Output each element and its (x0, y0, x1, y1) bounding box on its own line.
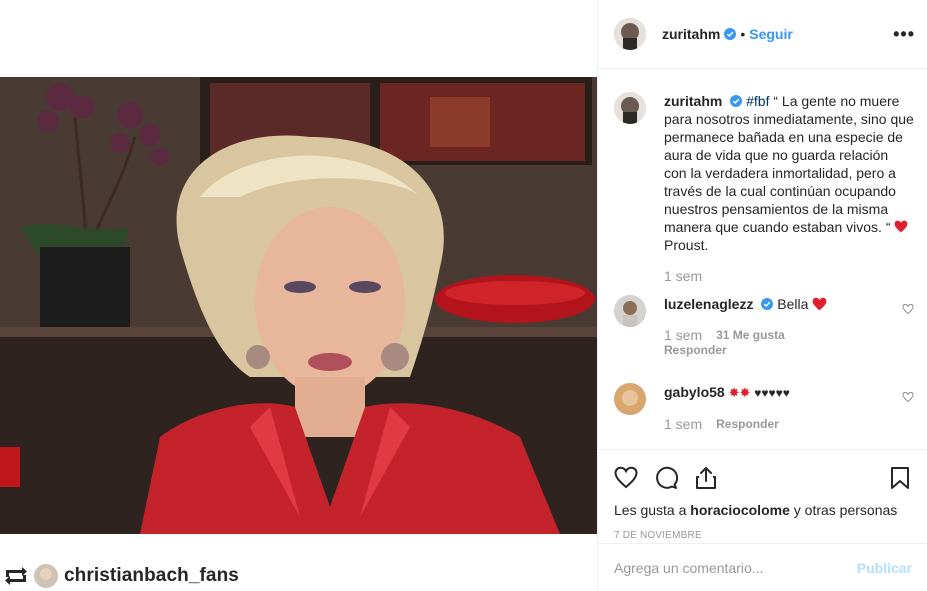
post-video[interactable] (0, 77, 597, 534)
verified-icon (724, 28, 737, 40)
comment-time[interactable]: 1 sem (664, 327, 702, 343)
comment-meta: 1 sem Responder (664, 416, 914, 432)
caption-time[interactable]: 1 sem (664, 268, 702, 284)
caption-row: zuritahm #fbf “ La gente no muere para n… (614, 92, 914, 284)
likes-prefix: Les gusta a (614, 502, 687, 518)
caption-meta: 1 sem (664, 268, 914, 284)
heart-icon[interactable] (614, 466, 638, 490)
comment-icon[interactable] (654, 466, 678, 490)
avatar[interactable] (614, 92, 646, 124)
sparkle-emoji-icon: ✸✸ (728, 385, 751, 400)
verified-icon (761, 298, 774, 310)
repost-caption: christianbach_fans (0, 560, 597, 591)
author-username[interactable]: zuritahm (662, 26, 720, 42)
comment-text: luzelenaglezz Bella (664, 295, 914, 313)
post-date[interactable]: 7 DE NOVIEMBRE (614, 530, 912, 541)
comment-item: gabylo58 ✸✸ ♥♥♥♥♥ 1 sem Responder (614, 383, 914, 432)
comment-like-icon[interactable] (902, 303, 914, 315)
reply-button[interactable]: Responder (716, 417, 779, 431)
likes-summary: Les gusta a horaciocolome y otras person… (614, 502, 912, 518)
comment-time[interactable]: 1 sem (664, 416, 702, 432)
comment-username[interactable]: gabylo58 (664, 384, 725, 400)
comment-meta: 1 sem 31 Me gusta (664, 327, 914, 343)
share-icon[interactable] (694, 466, 718, 490)
caption-username[interactable]: zuritahm (664, 93, 722, 109)
more-options-icon[interactable]: ••• (893, 24, 915, 45)
caption-text: zuritahm #fbf “ La gente no muere para n… (664, 92, 914, 254)
bookmark-icon[interactable] (888, 466, 912, 490)
repost-username[interactable]: christianbach_fans (64, 565, 239, 587)
comment-item: luzelenaglezz Bella 1 sem 31 Me gusta Re… (614, 295, 914, 357)
heart-emoji-icon (812, 297, 827, 311)
post-header: zuritahm • Seguir ••• (598, 0, 927, 69)
publish-button[interactable]: Publicar (857, 560, 912, 576)
repost-icon (5, 566, 27, 585)
comments-list[interactable]: zuritahm #fbf “ La gente no muere para n… (598, 70, 927, 448)
reply-button[interactable]: Responder (664, 343, 914, 357)
comment-like-icon[interactable] (902, 391, 914, 403)
comment-input[interactable] (614, 559, 857, 576)
verified-icon (730, 95, 743, 107)
comment-body: ♥♥♥♥♥ (754, 386, 790, 400)
avatar[interactable] (614, 18, 646, 50)
post-actions: Les gusta a horaciocolome y otras person… (598, 449, 927, 541)
likes-suffix[interactable]: y otras personas (794, 502, 898, 518)
add-comment-bar: Publicar (598, 543, 927, 591)
video-frame-illustration (0, 77, 597, 534)
follow-button[interactable]: Seguir (749, 26, 793, 42)
hashtag-link[interactable]: #fbf (746, 93, 769, 109)
repost-avatar[interactable] (34, 563, 58, 588)
caption-body: “ La gente no muere para nosotros inmedi… (664, 93, 914, 235)
liker-username[interactable]: horaciocolome (690, 502, 790, 518)
heart-emoji-icon (894, 220, 908, 233)
avatar[interactable] (614, 383, 646, 415)
separator-dot: • (740, 26, 746, 42)
media-column: christianbach_fans (0, 0, 597, 591)
post-side-panel: zuritahm • Seguir ••• zuritahm #fbf “ La… (597, 0, 927, 591)
comment-likes[interactable]: 31 Me gusta (716, 328, 785, 342)
comment-text: gabylo58 ✸✸ ♥♥♥♥♥ (664, 383, 914, 402)
action-icons (614, 458, 912, 498)
avatar[interactable] (614, 295, 646, 327)
comment-body: Bella (777, 296, 809, 312)
caption-end: Proust. (664, 237, 709, 253)
comment-username[interactable]: luzelenaglezz (664, 296, 753, 312)
